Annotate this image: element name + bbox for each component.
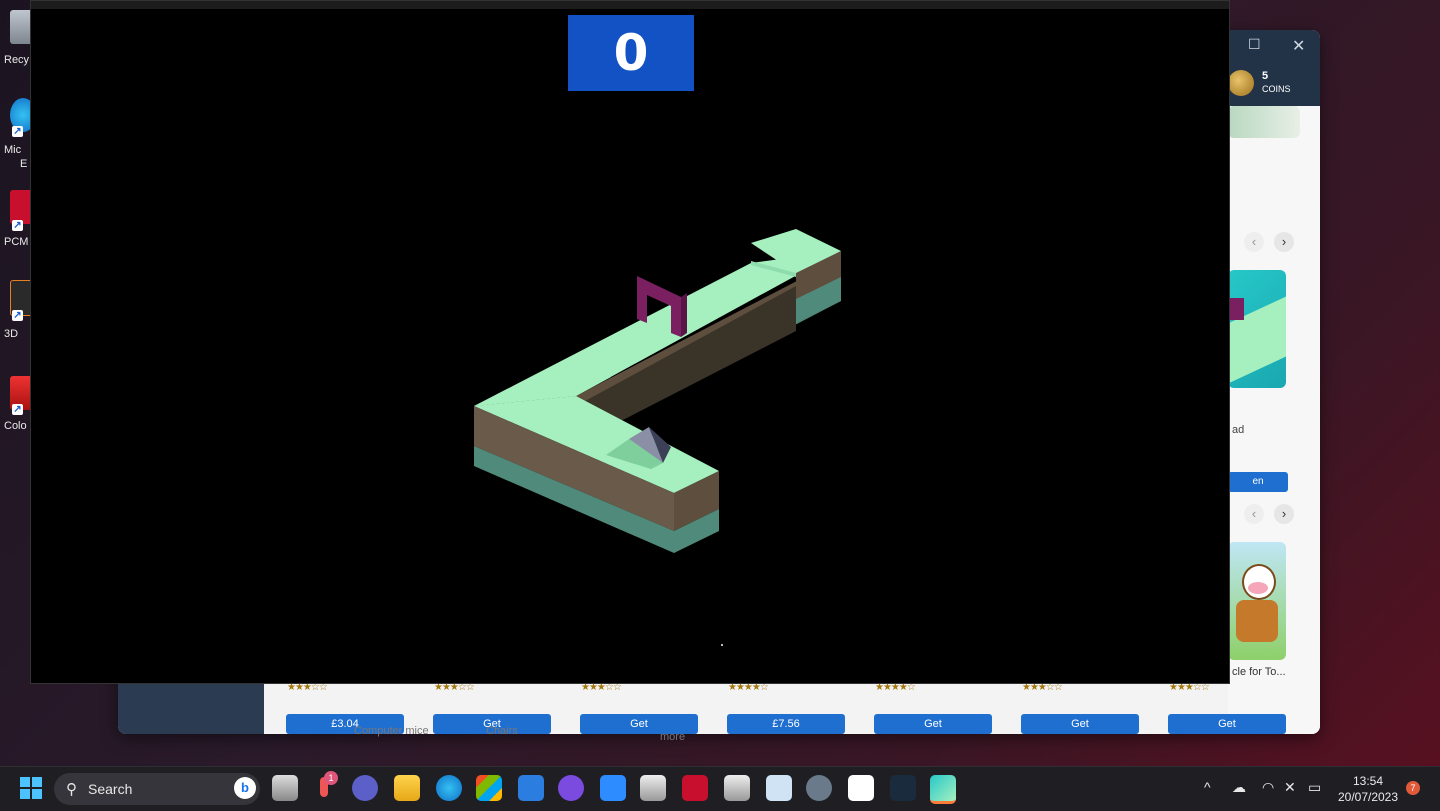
zoom-icon[interactable] <box>600 775 626 801</box>
next-arrow-icon[interactable]: › <box>1274 504 1294 524</box>
taskbar-clock[interactable]: 13:54 20/07/2023 <box>1336 773 1400 805</box>
desktop-icon-label: PCM <box>4 236 29 248</box>
taskbar-search-box[interactable]: ⚲ Search b <box>54 773 260 805</box>
start-button[interactable] <box>18 775 44 801</box>
game-scene[interactable] <box>31 1 1229 683</box>
desktop-icon-label: Mic <box>4 144 22 156</box>
start-icon <box>20 777 42 799</box>
clock-time: 13:54 <box>1352 774 1384 788</box>
cow-body-shape <box>1236 600 1278 642</box>
banner-image <box>1228 106 1300 138</box>
maximize-icon[interactable]: ☐ <box>1248 36 1261 53</box>
desktop-icon-label: Colo <box>4 420 27 432</box>
next-arrow-icon[interactable]: › <box>1274 232 1294 252</box>
app-icon[interactable] <box>640 775 666 801</box>
get-button[interactable]: Get <box>1021 714 1139 734</box>
battery-icon[interactable]: ▭ <box>1308 779 1321 796</box>
get-button[interactable]: Get <box>1168 714 1286 734</box>
coins-label: COINS <box>1262 84 1291 94</box>
score-display: 0 <box>568 15 694 91</box>
teams-icon[interactable] <box>352 775 378 801</box>
desktop-icon-label: Recy <box>4 54 30 66</box>
clock-date: 20/07/2023 <box>1337 790 1399 804</box>
terminal-icon[interactable] <box>890 775 916 801</box>
category-label: Chairs <box>486 725 518 737</box>
taskbar: ⚲ Search b 1 ^ ☁ ◠ ✕ ▭ 13:54 20/07/2023 … <box>0 766 1440 811</box>
cow-game-tile-image[interactable] <box>1228 542 1286 660</box>
weather-button[interactable]: 1 <box>312 771 338 801</box>
notification-badge: 1 <box>324 771 338 785</box>
edge-icon[interactable] <box>436 775 462 801</box>
previous-arrow-icon[interactable]: ‹ <box>1244 232 1264 252</box>
get-button[interactable]: Get <box>874 714 992 734</box>
search-label: Search <box>88 781 133 797</box>
shortcut-arrow-icon: ↗ <box>12 404 23 415</box>
close-icon[interactable]: ✕ <box>1292 36 1305 56</box>
widgets-icon[interactable] <box>518 775 544 801</box>
store-icon[interactable] <box>476 775 502 801</box>
wifi-icon[interactable]: ◠ <box>1262 779 1274 796</box>
folder-icon[interactable] <box>394 775 420 801</box>
tile-gate-shape <box>1230 298 1244 320</box>
shortcut-arrow-icon: ↗ <box>12 126 23 137</box>
app-icon[interactable] <box>558 775 584 801</box>
volume-muted-icon[interactable]: ✕ <box>1284 779 1296 796</box>
app-icon[interactable] <box>724 775 750 801</box>
coin-icon <box>1228 70 1254 96</box>
gate-side <box>681 293 687 337</box>
desktop-icon-label: 3D <box>4 328 19 340</box>
price-button[interactable]: £7.56 <box>727 714 845 734</box>
more-link[interactable]: more <box>660 731 685 743</box>
pcmark-icon[interactable] <box>682 775 708 801</box>
chevron-up-icon[interactable]: ^ <box>1204 779 1211 795</box>
bing-icon[interactable]: b <box>234 777 256 799</box>
game-window[interactable]: 0 <box>30 0 1230 684</box>
cow-nose-shape <box>1248 582 1268 594</box>
category-label: Computer mice <box>354 725 429 737</box>
settings-icon[interactable] <box>806 775 832 801</box>
photo-icon[interactable] <box>766 775 792 801</box>
notification-center-badge[interactable]: 7 <box>1406 781 1420 795</box>
coins-display[interactable]: 5 COINS <box>1228 70 1318 102</box>
tile-partial-title: ad <box>1232 424 1245 436</box>
cloud-icon[interactable]: ☁ <box>1232 779 1246 796</box>
search-icon: ⚲ <box>66 781 77 798</box>
previous-arrow-icon[interactable]: ‹ <box>1244 504 1264 524</box>
desktop-icon-label-line2: E <box>20 158 28 170</box>
shortcut-arrow-icon: ↗ <box>12 220 23 231</box>
stray-pixel <box>721 644 723 646</box>
store-right-column: ‹ › ad en ‹ › cle for To... <box>1228 106 1320 734</box>
shortcut-arrow-icon: ↗ <box>12 310 23 321</box>
coins-count: 5 <box>1262 70 1269 82</box>
tile-open-button[interactable]: en <box>1228 472 1288 492</box>
amazon-icon[interactable] <box>848 775 874 801</box>
file-explorer-icon[interactable] <box>272 775 298 801</box>
game-icon[interactable] <box>930 775 956 804</box>
game-tile-image[interactable] <box>1228 270 1286 388</box>
